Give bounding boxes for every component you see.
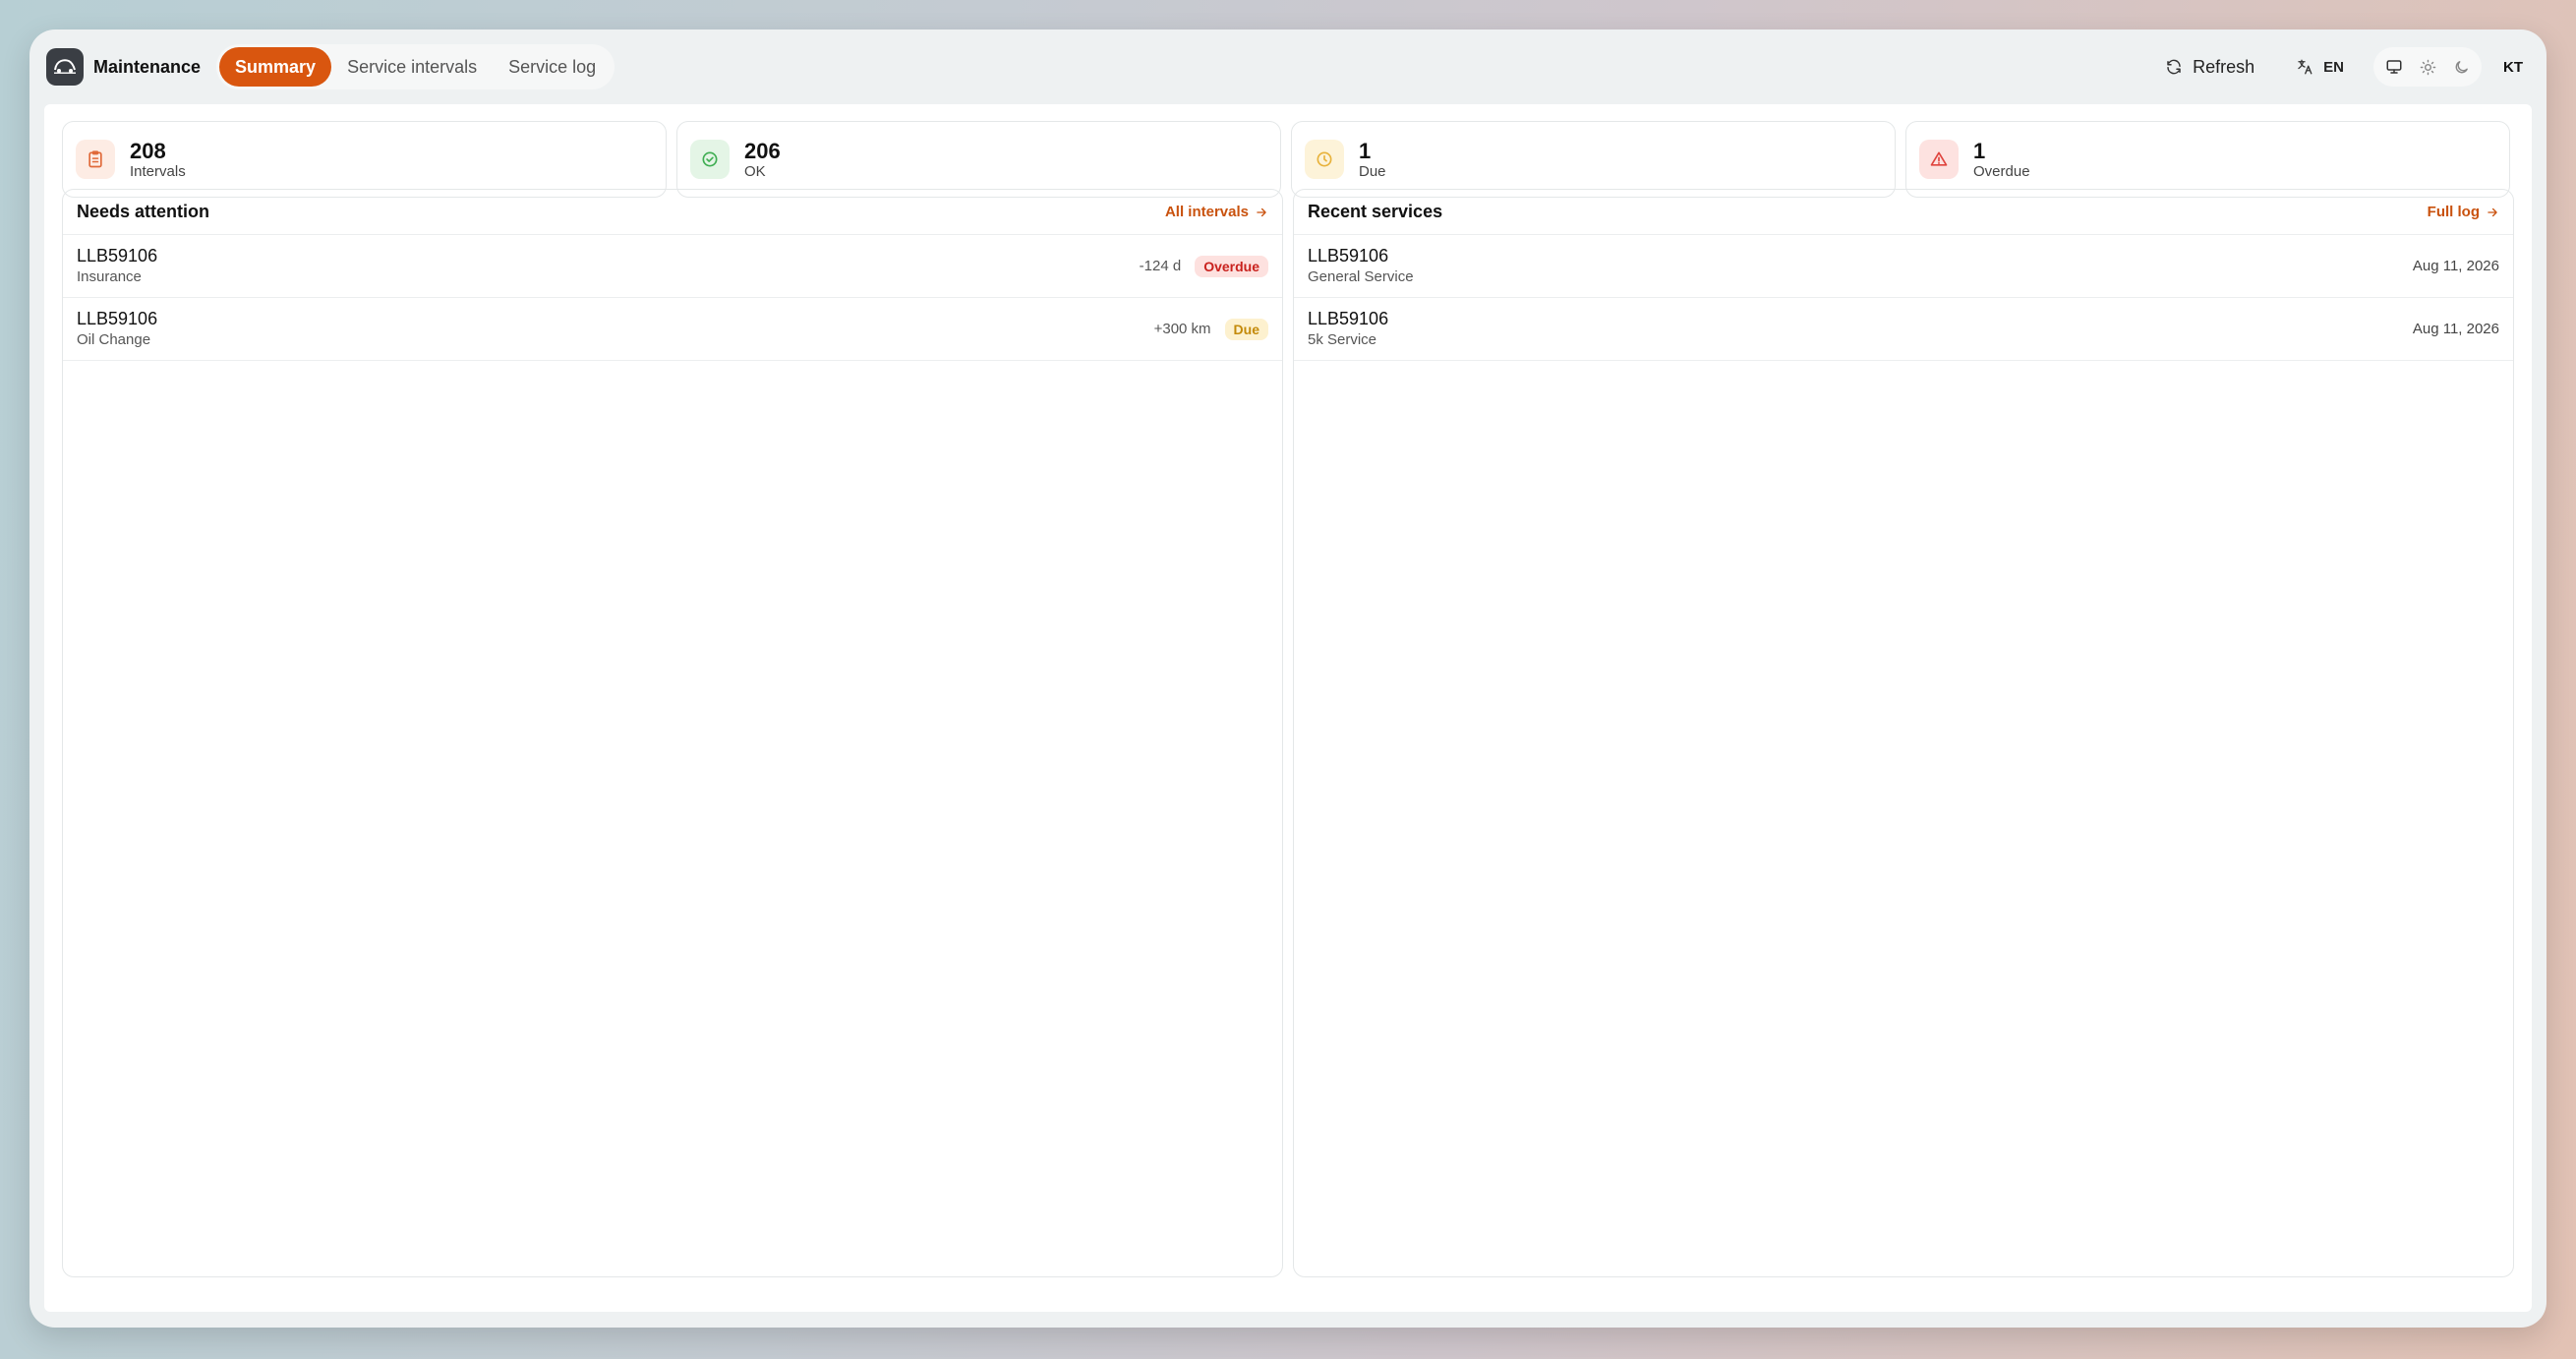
- stat-label: Due: [1359, 163, 1386, 180]
- language-selector[interactable]: EN: [2296, 58, 2344, 76]
- list-item[interactable]: LLB59106 Oil Change +300 km Due: [63, 298, 1282, 361]
- stat-label: Overdue: [1973, 163, 2030, 180]
- recent-services-panel: Recent services Full log LLB59106 Genera…: [1293, 189, 2514, 1277]
- stat-label: Intervals: [130, 163, 186, 180]
- stat-card-overdue: 1 Overdue: [1905, 121, 2510, 198]
- warning-triangle-icon: [1930, 151, 1948, 166]
- refresh-button[interactable]: Refresh: [2165, 57, 2254, 78]
- summary-content: 208 Intervals 206 OK 1 Due 1 Overdue Nee…: [44, 104, 2532, 1312]
- stat-icon-wrap: [1919, 140, 1959, 179]
- stat-icon-wrap: [76, 140, 115, 179]
- sun-icon: [2420, 59, 2435, 75]
- theme-dark-button[interactable]: [2446, 52, 2476, 82]
- app-window: Maintenance Summary Service intervals Se…: [29, 30, 2547, 1328]
- theme-system-button[interactable]: [2379, 52, 2409, 82]
- stat-card-due: 1 Due: [1291, 121, 1896, 198]
- theme-light-button[interactable]: [2413, 52, 2442, 82]
- panel-title: Needs attention: [77, 202, 210, 221]
- monitor-icon: [2386, 60, 2402, 74]
- moon-icon: [2455, 60, 2468, 73]
- user-avatar[interactable]: KT: [2503, 59, 2523, 76]
- interval-delta: -124 d: [1139, 258, 1182, 274]
- list-item[interactable]: LLB59106 5k Service Aug 11, 2026: [1294, 298, 2513, 361]
- vehicle-id: LLB59106: [77, 245, 158, 266]
- arrow-right-icon: [1257, 207, 1266, 216]
- main-tabs: Summary Service intervals Service log: [216, 44, 615, 89]
- clipboard-icon: [88, 150, 102, 168]
- panel-header: Needs attention All intervals: [63, 190, 1282, 235]
- stat-label: OK: [744, 163, 766, 180]
- theme-switcher: [2373, 47, 2482, 87]
- service-date: Aug 11, 2026: [2412, 258, 2499, 274]
- link-label: All intervals: [1164, 204, 1249, 220]
- vehicle-id: LLB59106: [77, 308, 158, 328]
- stat-card-intervals: 208 Intervals: [62, 121, 667, 198]
- tab-summary[interactable]: Summary: [219, 47, 332, 87]
- tab-service-log[interactable]: Service log: [493, 47, 612, 87]
- needs-attention-panel: Needs attention All intervals LLB59106 I…: [62, 189, 1283, 1277]
- vehicle-id: LLB59106: [1308, 245, 1389, 266]
- refresh-icon: [2167, 59, 2181, 75]
- check-circle-icon: [702, 151, 718, 167]
- vehicle-id: LLB59106: [1308, 308, 1389, 328]
- top-bar: Maintenance Summary Service intervals Se…: [29, 30, 2547, 104]
- stat-value: 1: [1359, 139, 1372, 163]
- service-date: Aug 11, 2026: [2412, 321, 2499, 337]
- status-badge: Due: [1224, 318, 1268, 340]
- refresh-label: Refresh: [2193, 56, 2255, 77]
- stat-icon-wrap: [690, 140, 730, 179]
- stat-value: 206: [744, 139, 781, 163]
- stat-card-ok: 206 OK: [676, 121, 1281, 198]
- status-badge: Overdue: [1195, 255, 1268, 277]
- header-tools: Refresh EN KT: [2165, 47, 2523, 87]
- brand: Maintenance: [46, 48, 201, 86]
- car-logo-icon: [54, 59, 76, 74]
- arrow-right-icon: [2488, 207, 2497, 216]
- logo: [46, 48, 84, 86]
- clock-icon: [1317, 151, 1332, 167]
- stat-icon-wrap: [1305, 140, 1344, 179]
- stats-row: 208 Intervals 206 OK 1 Due 1 Overdue: [62, 121, 2510, 198]
- list-item[interactable]: LLB59106 General Service Aug 11, 2026: [1294, 235, 2513, 298]
- panel-header: Recent services Full log: [1294, 190, 2513, 235]
- stat-value: 208: [130, 139, 166, 163]
- list-item[interactable]: LLB59106 Insurance -124 d Overdue: [63, 235, 1282, 298]
- stat-value: 1: [1973, 139, 1986, 163]
- service-name: 5k Service: [1308, 330, 1377, 348]
- interval-name: Oil Change: [77, 330, 151, 348]
- full-log-link[interactable]: Full log: [2428, 204, 2499, 220]
- app-title: Maintenance: [93, 56, 202, 77]
- service-name: General Service: [1308, 267, 1414, 285]
- language-label: EN: [2323, 58, 2344, 76]
- interval-name: Insurance: [77, 267, 142, 285]
- tab-service-intervals[interactable]: Service intervals: [331, 47, 493, 87]
- interval-delta: +300 km: [1153, 321, 1211, 337]
- translate-icon: [2298, 59, 2313, 75]
- panel-title: Recent services: [1308, 202, 1443, 221]
- all-intervals-link[interactable]: All intervals: [1165, 204, 1268, 220]
- link-label: Full log: [2427, 204, 2480, 220]
